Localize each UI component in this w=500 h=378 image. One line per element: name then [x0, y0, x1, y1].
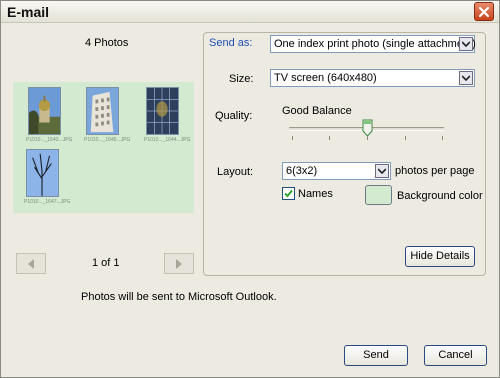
checkmark-icon: [284, 189, 293, 198]
hide-details-button[interactable]: Hide Details: [405, 246, 475, 267]
arrow-left-icon: [28, 259, 34, 269]
thumbnail-caption: P1010..._1647...JPG: [24, 199, 71, 205]
slider-tick: [405, 136, 406, 140]
background-color-swatch[interactable]: [365, 185, 392, 205]
quality-slider-thumb[interactable]: [362, 119, 373, 137]
names-label: Names: [298, 188, 333, 200]
thumbnail-caption: P1010..._1644...JPG: [144, 137, 191, 143]
close-button[interactable]: [474, 2, 494, 21]
arrow-right-icon: [176, 259, 182, 269]
send-as-value: One index print photo (single attachment…: [274, 38, 476, 50]
layout-value: 6(3x2): [286, 165, 318, 177]
thumbnail-caption: P1010..._1643...JPG: [26, 137, 73, 143]
page-indicator: 1 of 1: [92, 257, 120, 269]
size-value: TV screen (640x480): [274, 72, 377, 84]
background-color-label: Background color: [397, 190, 483, 202]
chevron-down-icon[interactable]: [459, 71, 473, 85]
slider-tick: [329, 136, 330, 140]
next-page-button[interactable]: [164, 253, 194, 274]
layout-dropdown[interactable]: 6(3x2): [282, 162, 391, 180]
photo-count: 4 Photos: [85, 37, 129, 49]
quality-value: Good Balance: [282, 105, 352, 117]
send-button[interactable]: Send: [344, 345, 408, 366]
photo-thumbnail[interactable]: [86, 87, 119, 135]
photo-thumbnail[interactable]: [146, 87, 179, 135]
status-message: Photos will be sent to Microsoft Outlook…: [81, 291, 277, 303]
cancel-button[interactable]: Cancel: [424, 345, 487, 366]
size-label: Size:: [229, 73, 254, 85]
previous-page-button[interactable]: [16, 253, 46, 274]
send-as-label: Send as:: [209, 37, 253, 49]
email-dialog: E-mail 4 Photos P1010..._1643...JPG P101…: [0, 0, 500, 378]
send-as-dropdown[interactable]: One index print photo (single attachment…: [270, 35, 476, 53]
thumbnail-caption: P1010..._1645...JPG: [84, 137, 131, 143]
layout-label: Layout:: [217, 166, 254, 178]
slider-tick: [442, 136, 443, 140]
thumbnail-preview-area: P1010..._1643...JPG P1010..._1645...JPG …: [13, 82, 194, 213]
names-checkbox[interactable]: [282, 187, 295, 200]
chevron-down-icon[interactable]: [375, 164, 389, 178]
layout-suffix: photos per page: [395, 165, 475, 177]
slider-tick: [292, 136, 293, 140]
chevron-down-icon[interactable]: [459, 37, 473, 51]
close-icon: [478, 6, 490, 18]
photo-thumbnail[interactable]: [28, 87, 61, 135]
photo-thumbnail[interactable]: [26, 149, 59, 197]
title-bar[interactable]: E-mail: [1, 1, 499, 23]
quality-label: Quality:: [215, 110, 253, 122]
slider-tick: [367, 136, 368, 140]
size-dropdown[interactable]: TV screen (640x480): [270, 69, 475, 87]
window-title: E-mail: [7, 4, 50, 20]
